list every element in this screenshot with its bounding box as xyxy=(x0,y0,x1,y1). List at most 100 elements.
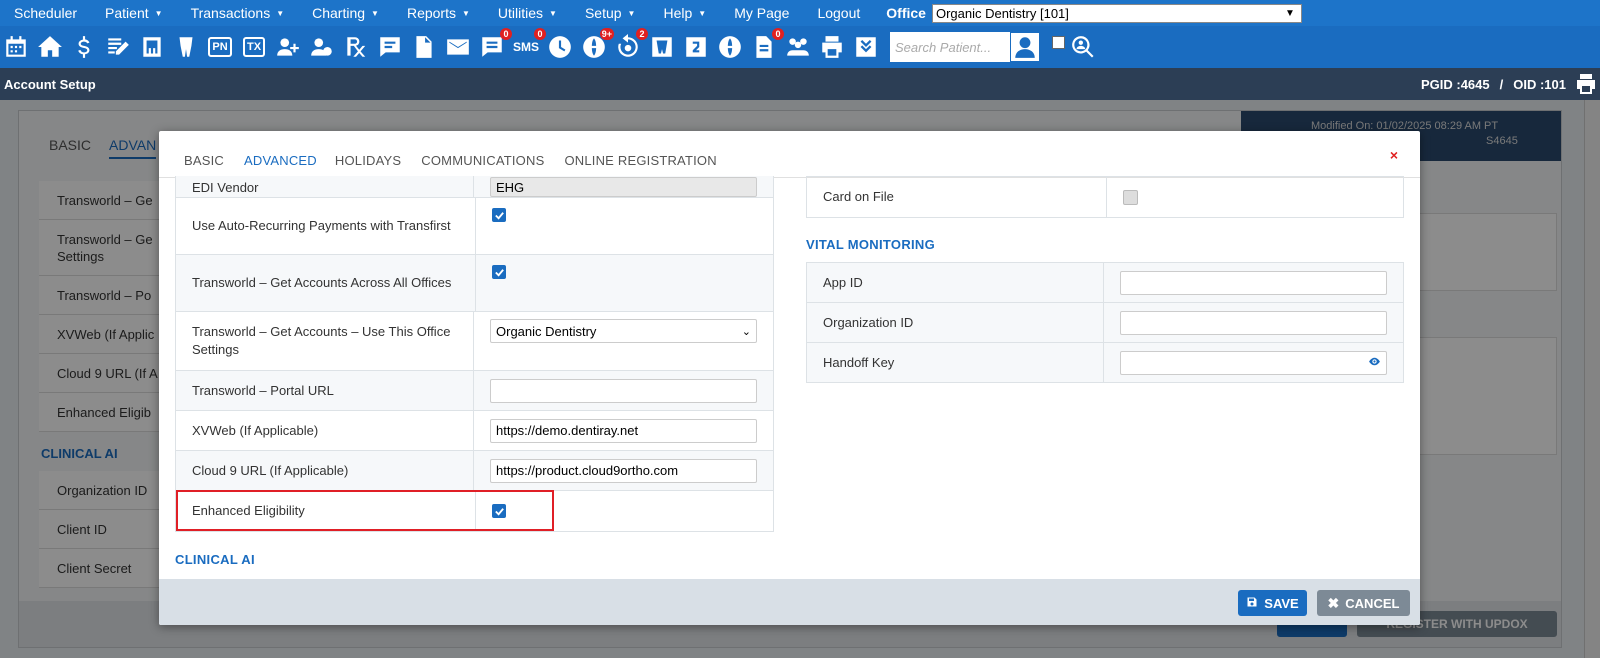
page-title: Account Setup xyxy=(4,76,96,92)
auto-recurring-label: Use Auto-Recurring Payments with Transfi… xyxy=(176,198,476,254)
account-setup-modal: BASIC ADVANCED HOLIDAYS COMMUNICATIONS O… xyxy=(159,131,1420,625)
menu-charting[interactable]: Charting ▼ xyxy=(298,5,393,21)
add-patient-icon[interactable] xyxy=(274,33,302,61)
menu-utilities[interactable]: Utilities ▼ xyxy=(484,5,571,21)
table-row: Use Auto-Recurring Payments with Transfi… xyxy=(176,198,773,255)
add-family-icon[interactable] xyxy=(308,33,336,61)
vital-monitoring-title: VITAL MONITORING xyxy=(806,237,936,252)
pgid-label: PGID :4645 xyxy=(1420,76,1490,92)
group-users-icon[interactable] xyxy=(784,33,812,61)
caret-down-icon: ▼ xyxy=(698,8,707,18)
tw-office-select[interactable]: Organic Dentistry ⌄ xyxy=(490,319,757,343)
table-row: Transworld – Get Accounts – Use This Off… xyxy=(176,312,773,371)
tooth-icon[interactable] xyxy=(172,33,200,61)
modal-footer: SAVE ✖ CANCEL xyxy=(159,579,1420,625)
card-on-file-checkbox[interactable] xyxy=(1123,189,1138,205)
tab-online-registration[interactable]: ONLINE REGISTRATION xyxy=(564,153,726,178)
sms-icon[interactable]: SMS 0 xyxy=(512,28,546,61)
edi-vendor-field: EHG xyxy=(490,177,757,197)
notes-edit-icon[interactable] xyxy=(104,33,132,61)
eye-icon[interactable] xyxy=(1368,355,1381,371)
caret-down-icon: ▼ xyxy=(627,8,636,18)
menu-setup[interactable]: Setup ▼ xyxy=(571,5,650,21)
dollar-transactions-icon[interactable] xyxy=(70,33,98,61)
edi-vendor-label: EDI Vendor xyxy=(176,176,474,197)
menu-my-page[interactable]: My Page xyxy=(720,5,803,21)
close-x-icon: ✖ xyxy=(1327,594,1340,611)
chevron-down-icon: ⌄ xyxy=(741,325,751,338)
app-id-input[interactable] xyxy=(1120,270,1387,295)
tw-portal-input[interactable] xyxy=(490,378,757,403)
office-select-value: Organic Dentistry [101] xyxy=(935,5,1069,21)
table-row: Organization ID xyxy=(807,303,1403,343)
progress-notes-icon[interactable]: PN xyxy=(206,33,234,61)
search-user-icon[interactable] xyxy=(1010,32,1040,62)
treatment-icon[interactable]: TX xyxy=(240,33,268,61)
table-row: XVWeb (If Applicable) https://demo.denti… xyxy=(176,411,773,451)
table-row: EDI Vendor EHG xyxy=(176,176,773,198)
tooth-box-icon[interactable] xyxy=(648,33,676,61)
oid-label: OID :101 xyxy=(1513,76,1566,92)
table-row: Transworld – Portal URL xyxy=(176,371,773,411)
prescription-icon[interactable] xyxy=(342,33,370,61)
table-row: Card on File xyxy=(807,177,1403,217)
document-icon[interactable] xyxy=(410,33,438,61)
account-setup-header: Account Setup PGID :4645 / OID :101 xyxy=(0,68,1600,100)
organization-id-label: Organization ID xyxy=(807,303,1104,342)
calendar-icon[interactable] xyxy=(2,33,30,61)
table-row: App ID xyxy=(807,263,1403,303)
modal-tabs: BASIC ADVANCED HOLIDAYS COMMUNICATIONS O… xyxy=(184,153,737,178)
menu-reports[interactable]: Reports ▼ xyxy=(393,5,484,21)
cloud9-input[interactable]: https://product.cloud9ortho.com xyxy=(490,458,757,483)
printer-icon[interactable] xyxy=(818,33,846,61)
menu-logout[interactable]: Logout xyxy=(803,5,874,21)
menu-patient[interactable]: Patient ▼ xyxy=(91,5,177,21)
office-label: Office xyxy=(886,5,926,21)
search-patient-input[interactable]: Search Patient... xyxy=(890,32,1010,62)
main-menu-bar: Scheduler Patient ▼ Transactions ▼ Chartin… xyxy=(0,0,1600,26)
tw-all-offices-checkbox[interactable] xyxy=(492,265,506,279)
tw-portal-label: Transworld – Portal URL xyxy=(176,371,474,410)
cancel-button[interactable]: ✖ CANCEL xyxy=(1317,590,1410,616)
globe-users-icon[interactable]: 9+ xyxy=(580,28,614,61)
recall-icon[interactable]: 2 xyxy=(614,28,648,61)
close-icon[interactable]: × xyxy=(1390,147,1398,163)
home-icon[interactable] xyxy=(36,33,64,61)
caret-down-icon: ▼ xyxy=(461,8,470,18)
double-chevron-down-icon[interactable] xyxy=(852,33,880,61)
tooth-chart-icon[interactable] xyxy=(138,33,166,61)
caret-down-icon: ▼ xyxy=(371,8,379,18)
tw-this-office-label: Transworld – Get Accounts – Use This Off… xyxy=(176,312,474,370)
tab-advanced[interactable]: ADVANCED xyxy=(244,153,325,178)
menu-scheduler[interactable]: Scheduler xyxy=(0,5,91,21)
advanced-settings-table: EDI Vendor EHG Use Auto-Recurring Paymen… xyxy=(175,176,774,532)
caret-down-icon: ▼ xyxy=(549,8,557,18)
sms-document-icon[interactable]: 0 xyxy=(750,28,784,61)
vital-monitoring-table: App ID Organization ID Handoff Key xyxy=(806,262,1404,383)
clock-icon[interactable] xyxy=(546,33,574,61)
tab-communications[interactable]: COMMUNICATIONS xyxy=(421,153,554,178)
organization-id-input[interactable] xyxy=(1120,310,1387,335)
globe-icon[interactable] xyxy=(716,33,744,61)
menu-transactions[interactable]: Transactions ▼ xyxy=(177,5,299,21)
chat-icon[interactable]: 0 xyxy=(478,28,512,61)
message-lines-icon[interactable] xyxy=(376,33,404,61)
search-group-icon[interactable] xyxy=(1069,33,1097,61)
menu-help[interactable]: Help ▼ xyxy=(649,5,720,21)
table-row: Cloud 9 URL (If Applicable) https://prod… xyxy=(176,451,773,491)
save-button[interactable]: SAVE xyxy=(1238,590,1307,616)
print-icon[interactable] xyxy=(1574,72,1598,99)
handoff-key-input[interactable] xyxy=(1120,350,1387,375)
email-icon[interactable] xyxy=(444,33,472,61)
card-on-file-table: Card on File xyxy=(806,176,1404,218)
tw-all-offices-label: Transworld – Get Accounts Across All Off… xyxy=(176,255,476,311)
toolbar-checkbox[interactable] xyxy=(1052,36,1065,49)
tooth-number-icon[interactable] xyxy=(682,33,710,61)
tab-basic[interactable]: BASIC xyxy=(184,153,234,178)
cloud9-label: Cloud 9 URL (If Applicable) xyxy=(176,451,474,490)
caret-down-icon: ▼ xyxy=(154,8,163,18)
tab-holidays[interactable]: HOLIDAYS xyxy=(335,153,411,178)
office-select[interactable]: Organic Dentistry [101] ▼ xyxy=(931,3,1302,23)
xvweb-input[interactable]: https://demo.dentiray.net xyxy=(490,418,757,443)
auto-recurring-checkbox[interactable] xyxy=(492,208,506,222)
